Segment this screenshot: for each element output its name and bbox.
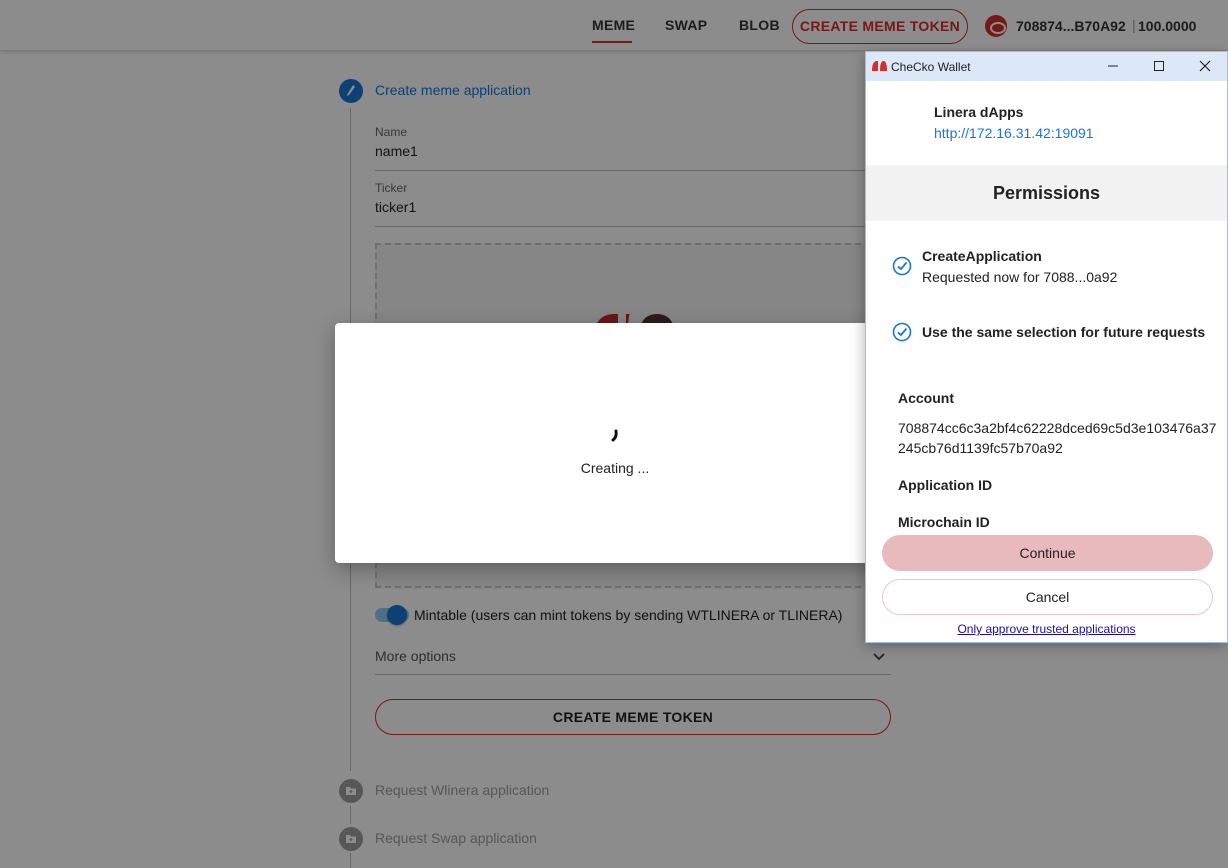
check-circle-icon[interactable] — [892, 322, 912, 342]
close-icon[interactable] — [1198, 59, 1212, 73]
maximize-icon[interactable] — [1152, 59, 1166, 73]
creating-dialog: Creating ... — [335, 323, 895, 563]
wallet-window-title: CheCko Wallet — [891, 60, 971, 74]
loading-spinner-icon — [611, 429, 618, 442]
dapp-name: Linera dApps — [934, 104, 1024, 120]
microchain-id-label: Microchain ID — [898, 514, 990, 530]
wallet-titlebar[interactable]: CheCko Wallet — [866, 52, 1227, 81]
account-label: Account — [898, 390, 954, 406]
trusted-applications-link[interactable]: Only approve trusted applications — [866, 622, 1227, 636]
same-selection-checkbox-label[interactable]: Use the same selection for future reques… — [922, 324, 1205, 340]
checko-logo-icon — [872, 61, 887, 71]
account-value: 708874cc6c3a2bf4c62228dced69c5d3e103476a… — [898, 420, 1217, 456]
checko-wallet-window: CheCko Wallet Linera dApps http://172.16… — [865, 51, 1228, 643]
application-id-label: Application ID — [898, 477, 993, 493]
permissions-title: Permissions — [992, 183, 1101, 203]
creating-status-text: Creating ... — [580, 460, 650, 476]
continue-button[interactable]: Continue — [882, 535, 1213, 571]
cancel-button[interactable]: Cancel — [882, 579, 1213, 615]
minimize-icon[interactable] — [1106, 59, 1120, 73]
permission-detail: Requested now for 7088...0a92 — [922, 269, 1118, 285]
permission-name: CreateApplication — [922, 248, 1042, 264]
check-circle-icon[interactable] — [892, 256, 912, 276]
dapp-url-link[interactable]: http://172.16.31.42:19091 — [934, 125, 1094, 141]
